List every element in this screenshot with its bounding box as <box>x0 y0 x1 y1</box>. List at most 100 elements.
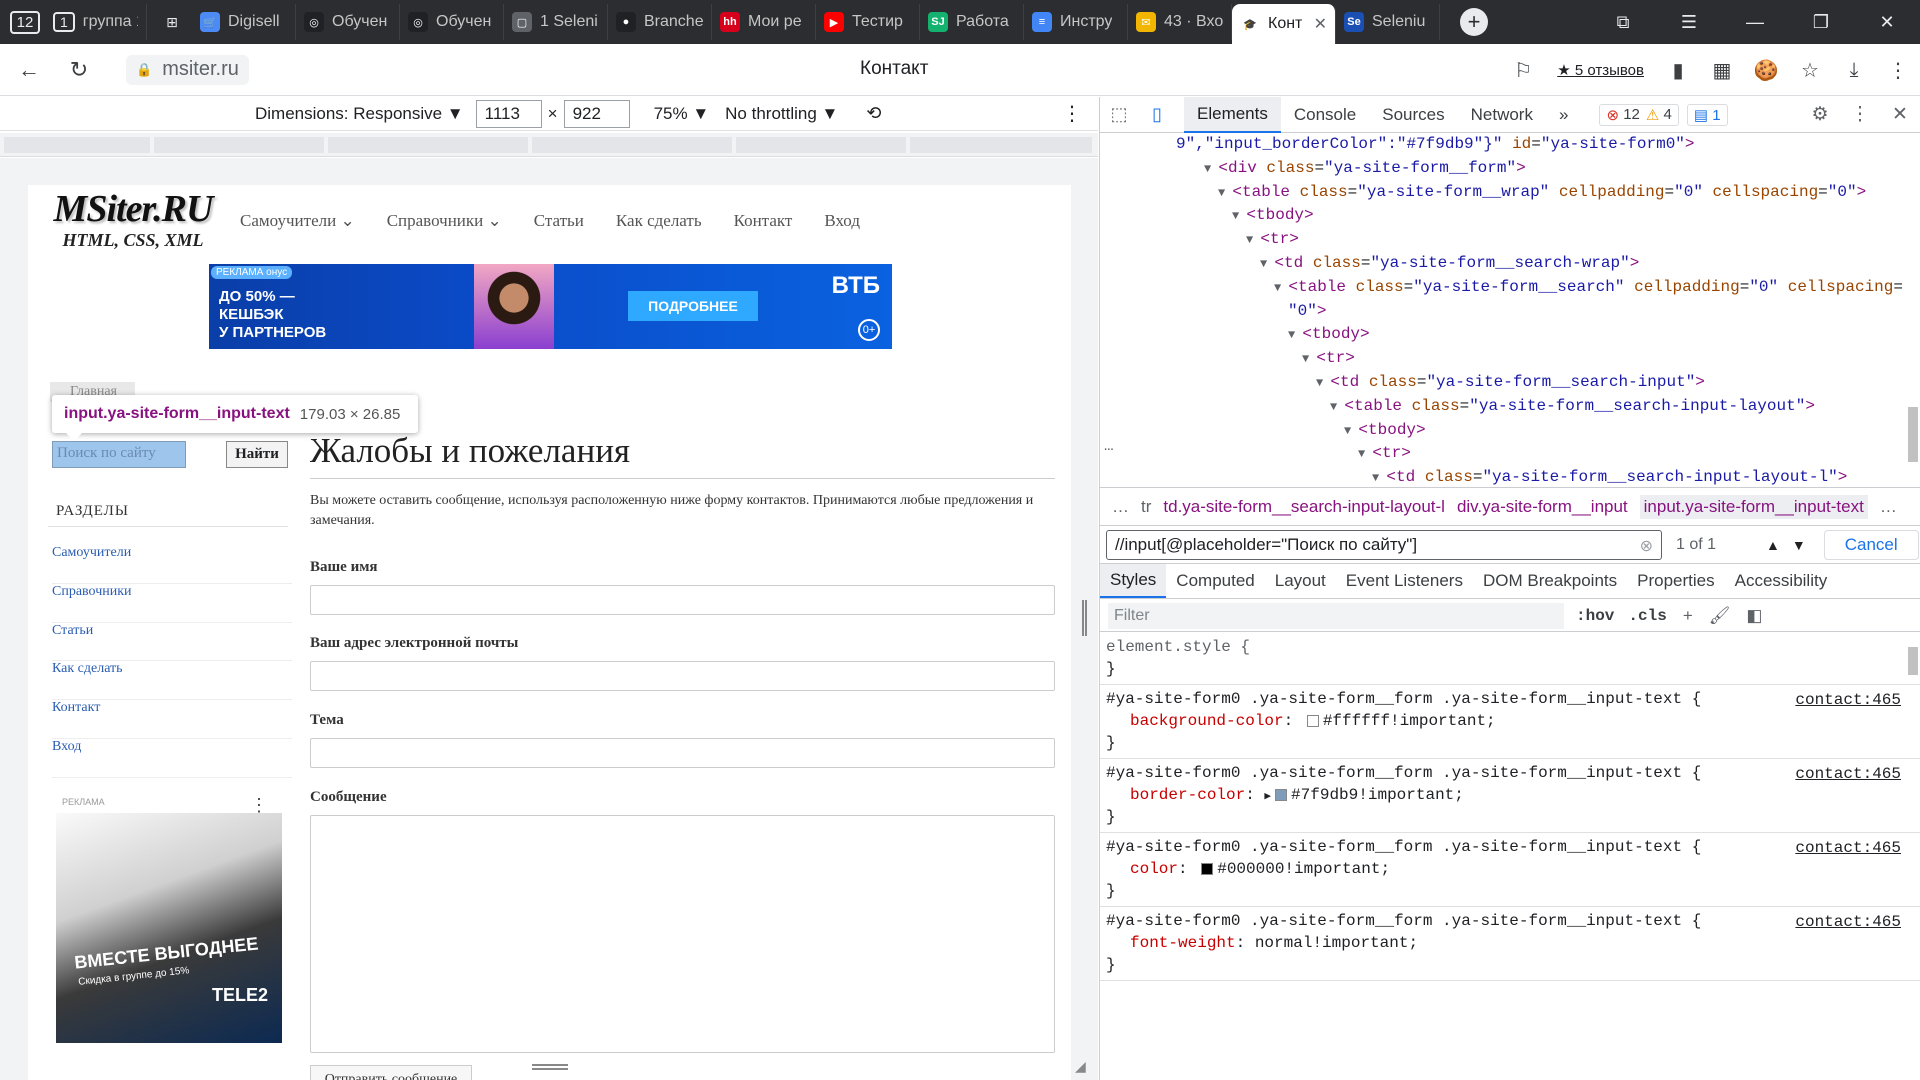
media-query-bar[interactable] <box>0 133 1098 157</box>
devtools-tab[interactable]: Console <box>1281 97 1369 133</box>
close-devtools-icon[interactable]: ✕ <box>1880 103 1920 126</box>
cancel-search-button[interactable]: Cancel <box>1823 529 1919 560</box>
dom-node-line[interactable]: ▼ <table class="ya-site-form__wrap" cell… <box>1100 181 1920 205</box>
dom-node-line[interactable]: ▼ <tbody> <box>1100 204 1920 228</box>
restore-icon[interactable]: ❐ <box>1788 0 1854 44</box>
new-rule-icon[interactable]: + <box>1683 606 1693 626</box>
expand-triangle-icon[interactable]: ▼ <box>1330 400 1344 414</box>
expand-triangle-icon[interactable]: ▼ <box>1344 424 1358 438</box>
sidebar-link[interactable]: Справочники <box>52 584 292 623</box>
dom-node-line[interactable]: "0"> <box>1100 300 1920 324</box>
devtools-tab[interactable]: Elements <box>1184 96 1281 133</box>
vtb-ad-banner[interactable]: РЕКЛАМА онус ДО 50% — КЕШБЭК У ПАРТНЕРОВ… <box>209 264 892 349</box>
css-rule[interactable]: #ya-site-form0 .ya-site-form__form .ya-s… <box>1100 833 1920 907</box>
rule-source-link[interactable]: contact:465 <box>1795 691 1901 709</box>
css-rule[interactable]: #ya-site-form0 .ya-site-form__form .ya-s… <box>1100 685 1920 759</box>
site-search-input[interactable]: Поиск по сайту <box>52 441 186 468</box>
rule-selector[interactable]: #ya-site-form0 .ya-site-form__form .ya-s… <box>1106 688 1915 710</box>
dom-breadcrumb[interactable]: td.ya-site-form__search-input-layout-l <box>1163 497 1445 517</box>
styles-subtab[interactable]: DOM Breakpoints <box>1473 564 1627 598</box>
dom-node-line[interactable]: ▼ <tr> <box>1100 228 1920 252</box>
property-value[interactable]: #000000!important; <box>1217 860 1390 878</box>
clear-search-icon[interactable]: ⊗ <box>1640 536 1653 556</box>
tab-actions-button[interactable]: 12 <box>5 4 45 40</box>
favorites-icon[interactable]: ☆ <box>1788 58 1832 83</box>
expand-triangle-icon[interactable]: ▼ <box>1274 281 1288 295</box>
name-field[interactable] <box>310 585 1055 615</box>
cookie-icon[interactable]: 🍪 <box>1744 58 1788 83</box>
back-icon[interactable]: ← <box>8 49 50 91</box>
node-menu-icon[interactable]: … <box>1104 437 1114 455</box>
site-menu-item[interactable]: Контакт <box>734 211 793 231</box>
tab-group-chip[interactable]: 1 группа 1 <box>45 4 147 40</box>
browser-tab[interactable]: ▢ 1 Seleni <box>504 4 608 40</box>
property-name[interactable]: border-color <box>1130 786 1245 804</box>
banner-cta-button[interactable]: ПОДРОБНЕЕ <box>628 291 758 321</box>
paint-icon[interactable]: 🖌 <box>1709 606 1731 626</box>
more-menu-icon[interactable]: ⋮ <box>1876 58 1920 83</box>
expand-triangle-icon[interactable]: ▼ <box>1246 233 1260 247</box>
browser-tab[interactable]: ◎ Обучен <box>400 4 504 40</box>
styles-subtab[interactable]: Properties <box>1627 564 1724 598</box>
property-value[interactable]: #7f9db9!important; <box>1291 786 1464 804</box>
color-swatch[interactable] <box>1201 862 1214 875</box>
property-value[interactable]: normal!important; <box>1255 934 1418 952</box>
expand-triangle-icon[interactable]: ▼ <box>1302 352 1316 366</box>
dom-node-line[interactable]: ▼ <td class="ya-site-form__search-input-… <box>1100 466 1920 485</box>
reload-icon[interactable]: ↻ <box>58 49 100 91</box>
site-menu-item[interactable]: Справочники ⌄ <box>387 211 502 231</box>
browser-tab[interactable]: Se Seleniu <box>1336 4 1440 40</box>
property-name[interactable]: font-weight <box>1130 934 1236 952</box>
viewport-resize-handle-bottom[interactable] <box>532 1064 568 1070</box>
message-field[interactable] <box>310 815 1055 1053</box>
dom-breadcrumb[interactable]: div.ya-site-form__input <box>1457 497 1628 517</box>
css-rule[interactable]: element.style {} <box>1100 633 1920 685</box>
dom-node-line[interactable]: ▼ <table class="ya-site-form__search" ce… <box>1100 276 1920 300</box>
expand-triangle-icon[interactable]: ▼ <box>1316 376 1330 390</box>
dom-scrollbar[interactable] <box>1908 137 1918 467</box>
minimize-icon[interactable]: — <box>1722 0 1788 44</box>
bookmark-icon[interactable]: ▮ <box>1656 58 1700 83</box>
rule-source-link[interactable]: contact:465 <box>1795 765 1901 783</box>
dom-breadcrumb[interactable]: tr <box>1141 497 1151 517</box>
dom-breadcrumb[interactable]: … <box>1112 497 1129 517</box>
sidebar-link[interactable]: Самоучители <box>52 545 292 584</box>
rule-selector[interactable]: #ya-site-form0 .ya-site-form__form .ya-s… <box>1106 910 1915 932</box>
styles-scroll-thumb[interactable] <box>1908 647 1918 675</box>
expand-triangle-icon[interactable]: ▼ <box>1232 209 1246 223</box>
dom-node-line[interactable]: ▼ <tbody> <box>1100 323 1920 347</box>
prev-result-icon[interactable]: ▲ <box>1766 537 1780 553</box>
dom-search-input[interactable]: //input[@placeholder="Поиск по сайту"] ⊗ <box>1106 529 1662 560</box>
device-toolbar-more-icon[interactable]: ⋮ <box>1062 101 1082 126</box>
extension-icon[interactable]: ⚐ <box>1501 58 1545 83</box>
reviews-link[interactable]: ★ 5 отзывов <box>1557 61 1644 79</box>
sidebar-link[interactable]: Контакт <box>52 700 292 739</box>
messages-badge[interactable]: ▤ 1 <box>1686 103 1728 126</box>
url-field[interactable]: 🔒 msiter.ru <box>126 54 249 85</box>
browser-tab[interactable]: hh Мои ре <box>712 4 816 40</box>
dom-tree[interactable]: … 9","input_borderColor":"#7f9db9"}" id=… <box>1100 133 1920 485</box>
viewport-resize-handle-right[interactable] <box>1082 600 1087 636</box>
color-swatch[interactable] <box>1306 714 1319 727</box>
browser-tab[interactable]: ● Branche <box>608 4 712 40</box>
rule-selector[interactable]: element.style { <box>1106 636 1915 658</box>
css-declaration[interactable]: background-color: #ffffff!important; <box>1106 710 1915 732</box>
next-result-icon[interactable]: ▼ <box>1792 537 1806 553</box>
rule-source-link[interactable]: contact:465 <box>1795 839 1901 857</box>
styles-scrollbar[interactable] <box>1908 637 1918 1077</box>
qr-code-icon[interactable]: ▦ <box>1700 58 1744 83</box>
sidebar-link[interactable]: Как сделать <box>52 661 292 701</box>
rule-selector[interactable]: #ya-site-form0 .ya-site-form__form .ya-s… <box>1106 836 1915 858</box>
devtools-more-icon[interactable]: ⋮ <box>1840 103 1880 126</box>
property-name[interactable]: background-color <box>1130 712 1284 730</box>
browser-tab[interactable]: SJ Работа <box>920 4 1024 40</box>
dom-node-line[interactable]: ▼ <tr> <box>1100 347 1920 371</box>
viewport-height-input[interactable]: 922 <box>563 99 630 128</box>
cls-toggle[interactable]: .cls <box>1628 607 1666 625</box>
collections-icon[interactable]: ⧉ <box>1590 0 1656 44</box>
rule-source-link[interactable]: contact:465 <box>1795 913 1901 931</box>
submit-button[interactable]: Отправить сообщение <box>310 1065 472 1080</box>
sidebar-toggle-icon[interactable]: ◧ <box>1746 606 1762 626</box>
throttling-select[interactable]: No throttling ▼ <box>725 104 838 124</box>
browser-tab[interactable]: ✉ 43 · Вхо <box>1128 4 1232 40</box>
